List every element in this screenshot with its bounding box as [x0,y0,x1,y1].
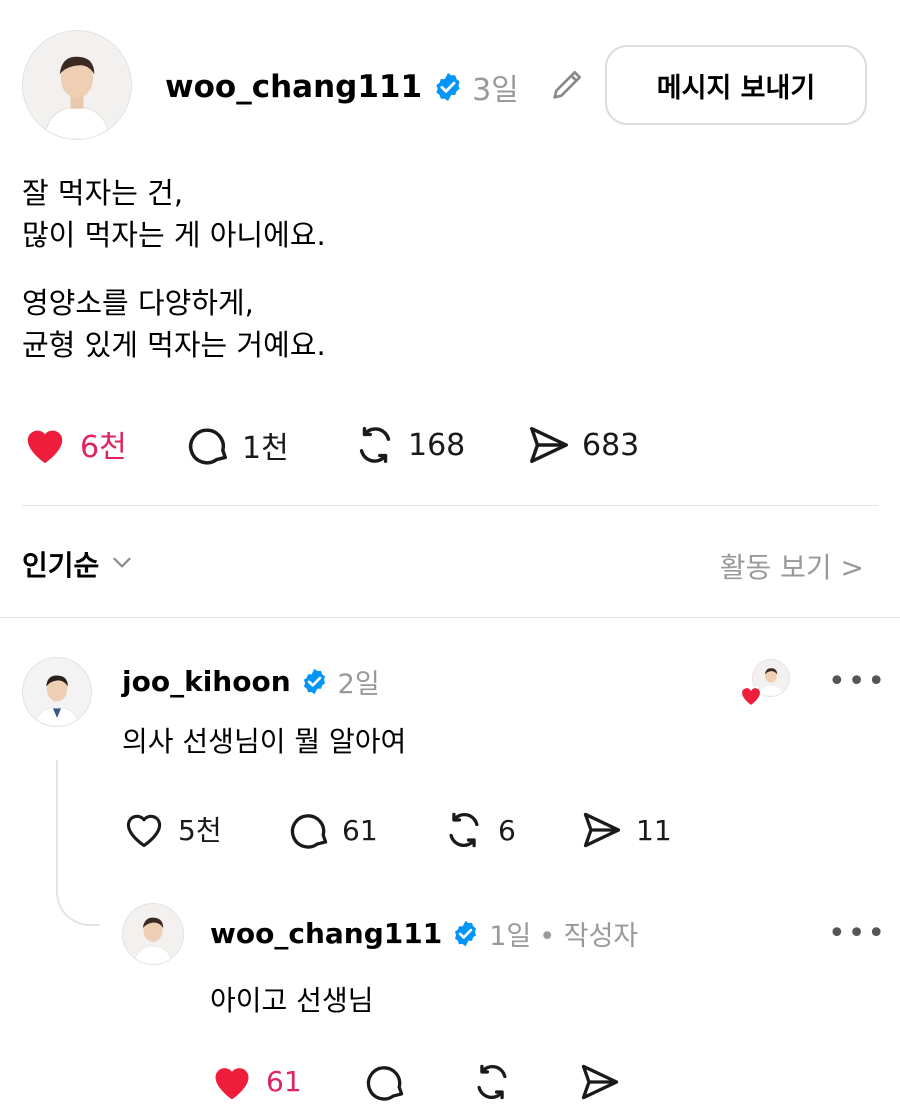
reply-repost-button[interactable]: 6 [442,808,516,852]
reply-like-button[interactable]: 5천 [122,808,222,850]
reply-avatar[interactable] [22,657,92,727]
post-divider [22,505,878,506]
nested-reply-avatar[interactable] [122,903,184,965]
activity-link[interactable]: 활동 보기 > [720,546,864,586]
verified-icon [451,919,480,948]
heart-filled-icon [738,683,764,711]
verified-icon [300,667,329,696]
post-author-username[interactable]: woo_chang111 [165,69,422,105]
author-liked-badge [738,659,794,707]
post-time: 3일 [472,73,519,108]
post-line: 영양소를 다양하게, [22,286,254,320]
author-badge: • 작성자 [539,920,639,952]
reply-text: 의사 선생님이 뭘 알아여 [122,725,407,758]
share-icon [578,1060,622,1104]
like-button[interactable]: 6천 [22,422,127,466]
nested-reply-time: 1일 [489,920,532,952]
post-line: 많이 먹자는 게 아니에요. [22,218,326,252]
reply-comment-count: 61 [342,813,378,847]
share-button[interactable]: 683 [526,422,639,468]
comment-icon [364,1060,408,1104]
share-icon [580,808,624,852]
nested-reply-author-username[interactable]: woo_chang111 [210,917,442,950]
reply-author-username[interactable]: joo_kihoon [122,665,291,698]
nested-repost-button[interactable] [470,1060,514,1104]
nested-share-button[interactable] [578,1060,622,1104]
like-count: 6천 [80,430,127,465]
send-message-button[interactable]: 메시지 보내기 [605,45,867,125]
nested-like-count: 61 [266,1064,302,1098]
reply-more-options[interactable]: ••• [828,664,887,699]
repost-button[interactable]: 168 [352,422,465,468]
share-icon [526,422,572,468]
post-paragraph-2: 영양소를 다양하게, 균형 있게 먹자는 거예요. [22,282,872,366]
heart-filled-icon [22,422,68,466]
chevron-down-icon [109,549,135,579]
nested-like-button[interactable]: 61 [210,1060,302,1102]
reply-share-button[interactable]: 11 [580,808,672,852]
nested-reply-more-options[interactable]: ••• [828,916,887,951]
heart-filled-icon [210,1060,254,1102]
sort-label: 인기순 [22,549,100,582]
comment-icon [288,808,332,852]
pencil-icon[interactable] [548,64,588,104]
share-count: 683 [582,427,640,463]
post-line: 균형 있게 먹자는 거예요. [22,328,326,362]
nested-comment-button[interactable] [364,1060,408,1104]
repost-icon [442,808,486,852]
header-divider [0,617,900,618]
comment-icon [186,422,232,468]
thread-line [56,760,100,926]
nested-reply-text: 아이고 선생님 [210,984,374,1017]
reply-comment-button[interactable]: 61 [288,808,378,852]
reply-share-count: 11 [636,813,672,847]
reply-time: 2일 [337,668,380,700]
heart-icon [122,808,166,850]
reply-like-count: 5천 [178,814,222,847]
repost-count: 168 [408,427,466,463]
comment-button[interactable]: 1천 [186,422,289,468]
repost-icon [352,422,398,468]
post-paragraph-1: 잘 먹자는 건, 많이 먹자는 게 아니에요. [22,172,872,256]
comment-count: 1천 [242,431,289,466]
author-avatar[interactable] [22,30,132,140]
post-line: 잘 먹자는 건, [22,176,184,210]
sort-dropdown[interactable]: 인기순 [22,544,135,584]
verified-icon [432,71,464,103]
post-body: 잘 먹자는 건, 많이 먹자는 게 아니에요. 영양소를 다양하게, 균형 있게… [22,172,872,366]
repost-icon [470,1060,514,1104]
reply-repost-count: 6 [498,813,516,847]
